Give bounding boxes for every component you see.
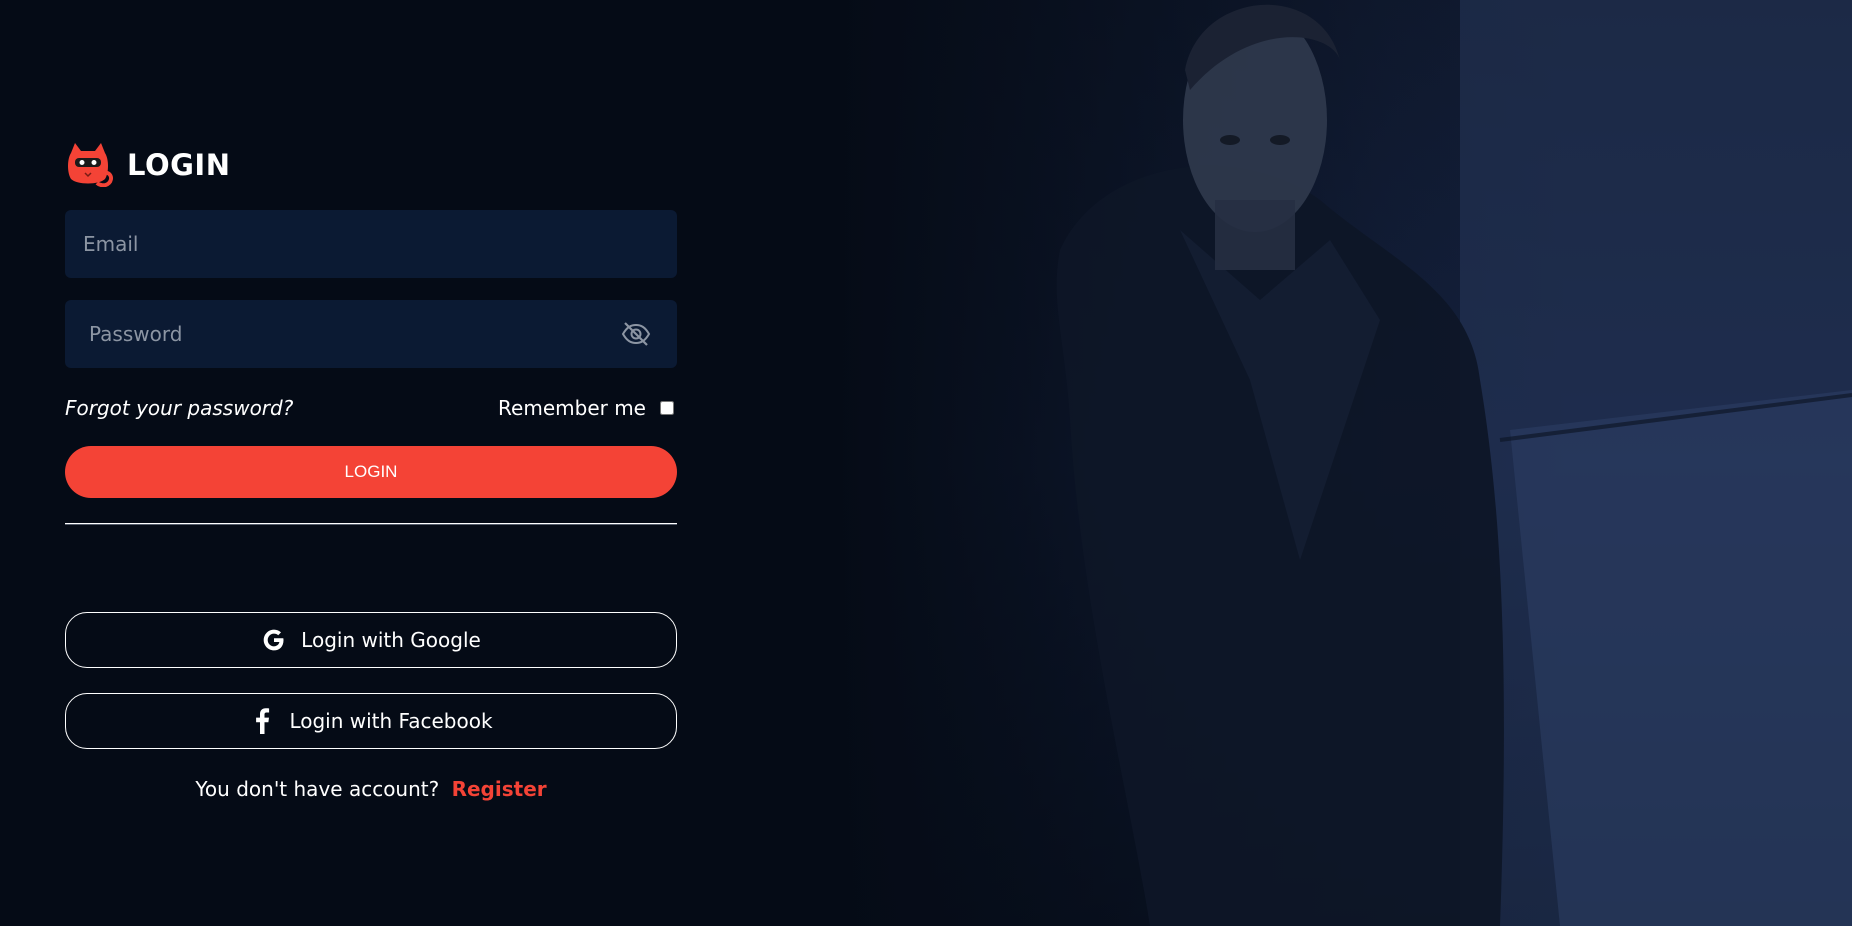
forgot-password-link[interactable]: Forgot your password? — [65, 396, 293, 420]
cat-mascot-icon — [65, 143, 113, 188]
login-button[interactable]: LOGIN — [65, 446, 677, 498]
email-field — [65, 210, 677, 278]
facebook-login-button[interactable]: Login with Facebook — [65, 693, 677, 749]
login-page: LOGIN Forgot your password? Remember me … — [0, 0, 1852, 926]
facebook-login-label: Login with Facebook — [289, 709, 493, 733]
remember-me-checkbox[interactable] — [660, 401, 674, 415]
register-link[interactable]: Register — [452, 777, 547, 801]
google-icon — [261, 627, 287, 653]
login-panel: LOGIN Forgot your password? Remember me … — [65, 140, 677, 801]
eye-off-icon[interactable] — [621, 321, 651, 347]
brand-header: LOGIN — [65, 140, 677, 190]
google-login-label: Login with Google — [301, 628, 481, 652]
remember-me[interactable]: Remember me — [498, 396, 677, 420]
register-row: You don't have account? Register — [65, 777, 677, 801]
password-input[interactable] — [65, 300, 677, 368]
facebook-icon — [249, 708, 275, 734]
email-input[interactable] — [65, 210, 677, 278]
register-prompt: You don't have account? — [195, 777, 440, 801]
page-title: LOGIN — [127, 148, 231, 182]
google-login-button[interactable]: Login with Google — [65, 612, 677, 668]
divider — [65, 523, 677, 525]
remember-me-label: Remember me — [498, 396, 646, 420]
options-row: Forgot your password? Remember me — [65, 390, 677, 426]
password-field — [65, 300, 677, 368]
